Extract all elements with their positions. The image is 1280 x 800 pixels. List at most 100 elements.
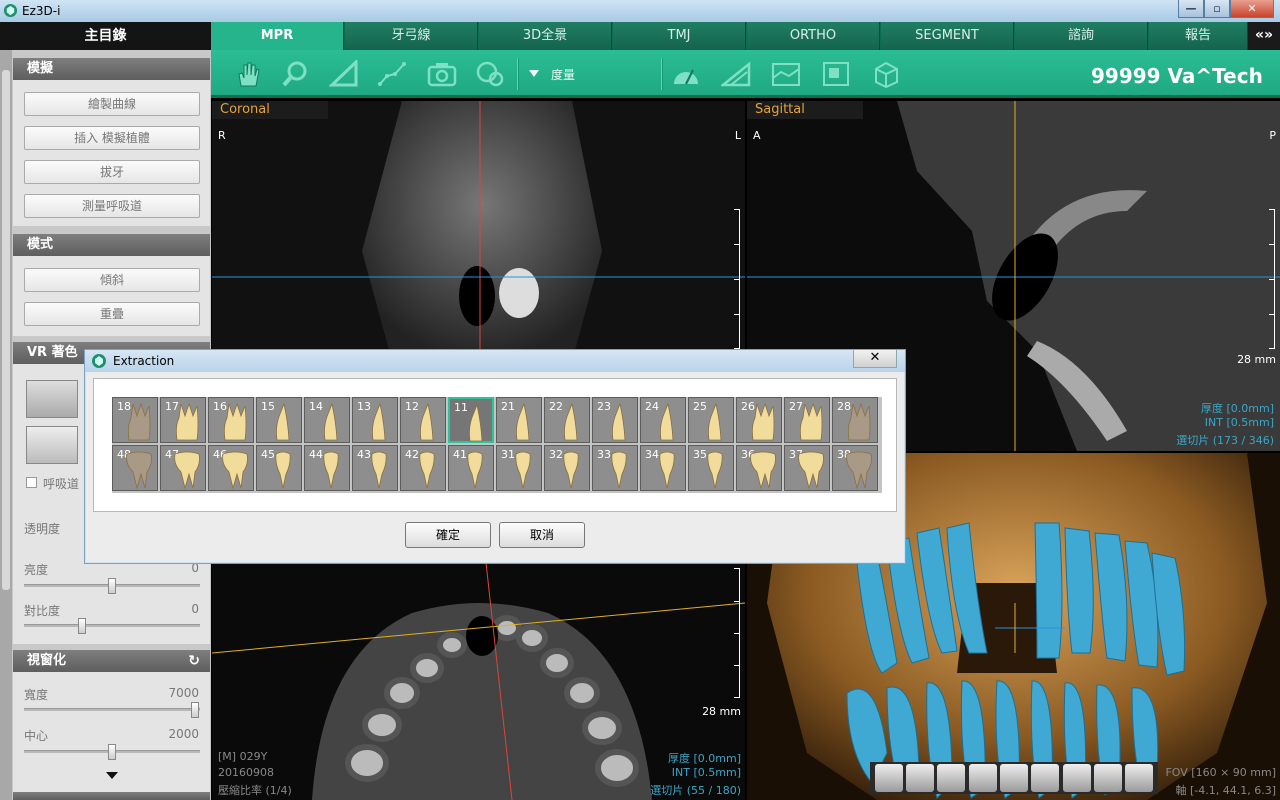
tooth-45[interactable]: 45 [256, 445, 302, 491]
tab-report[interactable]: 報告 [1149, 22, 1248, 50]
center-slider[interactable] [24, 744, 200, 760]
dialog-close-button[interactable]: ✕ [853, 350, 897, 368]
tab-consult[interactable]: 諮詢 [1015, 22, 1148, 50]
tooth-21[interactable]: 21 [496, 397, 542, 443]
tilt-button[interactable]: 傾斜 [24, 268, 200, 292]
view-left-oblique-icon[interactable] [905, 764, 934, 792]
tooth-46[interactable]: 46 [208, 445, 254, 491]
measure-dropdown[interactable]: 度量 [551, 66, 575, 83]
cephalo-angle-icon[interactable] [721, 60, 751, 88]
brightness-slider[interactable] [24, 578, 200, 594]
tooth-22[interactable]: 22 [544, 397, 590, 443]
profile-chart-icon[interactable] [771, 60, 801, 88]
tab-3d-pano[interactable]: 3D全景 [479, 22, 612, 50]
tooth-chart: 18 17 16 15 14 13 12 11 21 22 23 24 25 26 27 28 48 47 46 45… [112, 397, 882, 493]
tab-tmj[interactable]: TMJ [613, 22, 746, 50]
tooth-42-icon [419, 451, 435, 489]
reset-icon[interactable]: ↻ [188, 650, 200, 672]
hand-pan-icon[interactable] [233, 60, 263, 88]
tooth-28[interactable]: 28 [832, 397, 878, 443]
measure-dropdown-icon[interactable] [529, 70, 539, 77]
view-front-icon[interactable] [937, 764, 966, 792]
view-bottom-icon[interactable] [1062, 764, 1091, 792]
close-window-button[interactable]: ✕ [1230, 0, 1274, 18]
main-menu-button[interactable]: 主目錄 [0, 22, 211, 50]
tooth-35[interactable]: 35 [688, 445, 734, 491]
sagittal-scale-label: 28 mm [1237, 353, 1276, 366]
tab-scroll-button[interactable]: «» [1248, 22, 1280, 50]
tooth-18[interactable]: 18 [112, 397, 158, 443]
vr-preset-skull[interactable] [26, 380, 78, 418]
center-slider-knob[interactable] [108, 744, 116, 760]
minimize-button[interactable]: — [1178, 0, 1204, 18]
tooth-16[interactable]: 16 [208, 397, 254, 443]
expand-down-icon[interactable] [106, 772, 118, 779]
tab-ortho[interactable]: ORTHO [747, 22, 880, 50]
tooth-15[interactable]: 15 [256, 397, 302, 443]
brightness-slider-knob[interactable] [108, 578, 116, 594]
tab-arch[interactable]: 牙弓線 [345, 22, 478, 50]
tooth-24[interactable]: 24 [640, 397, 686, 443]
tooth-13[interactable]: 13 [352, 397, 398, 443]
vr-preset-skin[interactable] [26, 426, 78, 464]
tooth-34[interactable]: 34 [640, 445, 686, 491]
scrollbar-thumb[interactable] [2, 70, 10, 590]
tooth-14[interactable]: 14 [304, 397, 350, 443]
tooth-11-icon [469, 403, 483, 442]
measure-airway-button[interactable]: 測量呼吸道 [24, 194, 200, 218]
ok-button[interactable]: 確定 [405, 522, 491, 548]
tooth-36[interactable]: 36 [736, 445, 782, 491]
tooth-32[interactable]: 32 [544, 445, 590, 491]
tab-segment[interactable]: SEGMENT [881, 22, 1014, 50]
sagittal-scale-ruler [1269, 209, 1275, 349]
tooth-33[interactable]: 33 [592, 445, 638, 491]
tooth-48[interactable]: 48 [112, 445, 158, 491]
tooth-37[interactable]: 37 [784, 445, 830, 491]
overlap-button[interactable]: 重疊 [24, 302, 200, 326]
extract-tooth-button[interactable]: 拔牙 [24, 160, 200, 184]
width-slider[interactable] [24, 702, 200, 718]
left-scrollbar[interactable] [0, 50, 12, 800]
draw-curve-button[interactable]: 繪製曲線 [24, 92, 200, 116]
tooth-22-icon [564, 402, 578, 441]
tooth-27[interactable]: 27 [784, 397, 830, 443]
view-left-icon[interactable] [874, 764, 903, 792]
tooth-47[interactable]: 47 [160, 445, 206, 491]
tooth-35-icon [707, 451, 723, 489]
tooth-42[interactable]: 42 [400, 445, 446, 491]
cancel-button[interactable]: 取消 [499, 522, 585, 548]
3d-box-icon[interactable] [871, 60, 901, 88]
view-right-icon[interactable] [999, 764, 1028, 792]
airway-checkbox[interactable] [26, 477, 37, 488]
zoom-icon[interactable] [281, 60, 311, 88]
export-image-icon[interactable] [821, 60, 851, 88]
view-rotate-icon[interactable] [1125, 764, 1154, 792]
insert-implant-button[interactable]: 插入 模擬植體 [24, 126, 200, 150]
angle-ruler-icon[interactable] [329, 60, 359, 88]
tooth-11[interactable]: 11 [448, 397, 494, 443]
tooth-38[interactable]: 38 [832, 445, 878, 491]
gauge-icon[interactable] [671, 60, 701, 88]
view-back-icon[interactable] [1093, 764, 1122, 792]
face-capture-icon[interactable] [475, 60, 505, 88]
camera-icon[interactable] [427, 60, 457, 88]
dialog-titlebar: Extraction ✕ [85, 350, 905, 372]
maximize-button[interactable]: ▫ [1204, 0, 1230, 18]
view-right-oblique-icon[interactable] [968, 764, 997, 792]
view-top-icon[interactable] [1031, 764, 1060, 792]
tooth-17[interactable]: 17 [160, 397, 206, 443]
tooth-26[interactable]: 26 [736, 397, 782, 443]
tooth-43[interactable]: 43 [352, 445, 398, 491]
polyline-icon[interactable] [377, 60, 407, 88]
contrast-slider[interactable] [24, 618, 200, 634]
tooth-12[interactable]: 12 [400, 397, 446, 443]
axial-scale-label: 28 mm [702, 705, 741, 718]
tooth-44[interactable]: 44 [304, 445, 350, 491]
tooth-31[interactable]: 31 [496, 445, 542, 491]
tooth-25[interactable]: 25 [688, 397, 734, 443]
tooth-41[interactable]: 41 [448, 445, 494, 491]
contrast-slider-knob[interactable] [78, 618, 87, 634]
tab-mpr[interactable]: MPR [211, 22, 344, 50]
width-slider-knob[interactable] [190, 702, 199, 718]
tooth-23[interactable]: 23 [592, 397, 638, 443]
